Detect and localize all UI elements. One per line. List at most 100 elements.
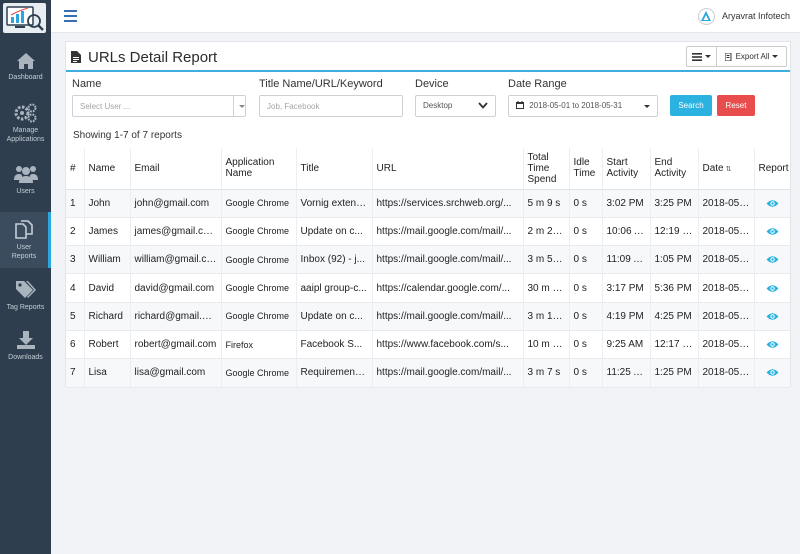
view-report-icon[interactable] — [766, 227, 779, 236]
sidebar-item-downloads[interactable]: Downloads — [0, 330, 51, 366]
device-select[interactable]: Desktop — [415, 95, 496, 117]
export-all-button[interactable]: Export All — [717, 46, 787, 67]
company-logo — [697, 7, 715, 25]
table-cell: 3 m 18 s — [523, 302, 570, 331]
chevron-down-icon — [478, 102, 488, 109]
table-cell: https://services.srchweb.org/... — [372, 189, 524, 218]
table-row: 1 John john@gmail.com Google Chrome Vornig e… — [66, 189, 790, 218]
keyword-input[interactable] — [267, 96, 402, 116]
company-menu[interactable]: Aryavrat Infotech — [697, 7, 790, 25]
keyword-field[interactable] — [259, 95, 403, 117]
table-cell: 3 — [66, 245, 85, 275]
table-cell: https://mail.google.com/mail/... — [372, 302, 524, 331]
calendar-icon — [516, 101, 524, 109]
table-cell: Facebook S... — [296, 330, 373, 360]
export-icon — [724, 52, 732, 61]
table-cell: https://mail.google.com/mail/... — [372, 217, 524, 247]
menu-toggle-icon[interactable] — [64, 10, 77, 22]
user-select-input[interactable] — [80, 96, 245, 116]
table-cell: william@gmail.com — [130, 245, 222, 275]
table-cell: lisa@gmail.com — [130, 358, 222, 388]
table-cell: https://www.facebook.com/s... — [372, 330, 524, 360]
table-cell: James — [84, 217, 131, 247]
table-cell: 2018-05-01 — [698, 189, 755, 218]
table-row: 6 Robert robert@gmail.com Firefox Facebook S… — [66, 330, 790, 360]
sidebar-item-tag-reports[interactable]: Tag Reports — [0, 280, 51, 316]
table-cell: Google Chrome — [221, 302, 297, 331]
table-cell: robert@gmail.com — [130, 330, 222, 360]
column-header: # — [66, 148, 85, 190]
table-cell: 2018-05-16 — [698, 330, 755, 360]
reset-button[interactable]: Reset — [717, 95, 755, 116]
table-cell: Firefox — [221, 330, 297, 360]
sidebar: Dashboard Manage Applications Users User… — [0, 0, 51, 554]
caret-down-icon — [772, 55, 779, 58]
sort-icon[interactable]: ⇅ — [726, 166, 732, 173]
table-cell: 12:19 PM — [650, 217, 699, 247]
sidebar-item-dashboard[interactable]: Dashboard — [0, 52, 51, 106]
table-cell: james@gmail.com — [130, 217, 222, 247]
topbar: Aryavrat Infotech — [51, 0, 800, 33]
table-cell: Vornig extens... — [296, 189, 373, 218]
table-cell: Google Chrome — [221, 273, 297, 303]
report-cell — [754, 245, 790, 275]
column-header: Report — [754, 148, 790, 190]
table-cell: 2 — [66, 217, 85, 247]
table-cell: Richard — [84, 302, 131, 331]
table-cell: 2018-05-18 — [698, 358, 755, 388]
table-cell: 3 m 53 s — [523, 245, 570, 275]
table-cell: Google Chrome — [221, 189, 297, 218]
table-cell: Google Chrome — [221, 358, 297, 388]
view-report-icon[interactable] — [766, 284, 779, 293]
view-report-icon[interactable] — [766, 199, 779, 208]
table-cell: 3:02 PM — [602, 189, 651, 218]
view-report-icon[interactable] — [766, 340, 779, 349]
table-cell: 2018-05-04 — [698, 217, 755, 247]
table-cell: 0 s — [569, 330, 603, 360]
date-range-picker[interactable]: 2018-05-01 to 2018-05-31 — [508, 95, 658, 117]
table-cell: richard@gmail.com — [130, 302, 222, 331]
table-cell: 5:36 PM — [650, 273, 699, 303]
view-report-icon[interactable] — [766, 312, 779, 321]
sidebar-item-users[interactable]: Users — [0, 164, 51, 204]
table-row: 3 William william@gmail.com Google Chrome In… — [66, 245, 790, 275]
table-cell: Inbox (92) - j... — [296, 245, 373, 275]
column-header: Application Name — [221, 148, 297, 190]
table-cell: John — [84, 189, 131, 218]
column-header: Name — [84, 148, 131, 190]
table-cell: 11:09 AM — [602, 245, 651, 275]
table-cell: 3:25 PM — [650, 189, 699, 218]
column-header: Idle Time — [569, 148, 603, 190]
table-cell: 0 s — [569, 189, 603, 218]
search-button[interactable]: Search — [670, 95, 712, 116]
column-header: End Activity — [650, 148, 699, 190]
caret-down-icon — [705, 55, 711, 58]
sidebar-item-label: Users — [16, 188, 35, 195]
user-select[interactable] — [72, 95, 246, 117]
report-cell — [754, 330, 790, 360]
table-cell: 2018-05-14 — [698, 302, 755, 331]
sidebar-item-manage-applications[interactable]: Manage Applications — [0, 103, 51, 149]
table-cell: 0 s — [569, 273, 603, 303]
table-cell: 10:06 AM — [602, 217, 651, 247]
table-cell: https://mail.google.com/mail/... — [372, 358, 524, 388]
date-column-header[interactable]: Date ⇅ — [698, 148, 755, 190]
sidebar-item-label: Dashboard — [8, 74, 43, 81]
user-select-toggle[interactable] — [233, 96, 245, 116]
view-report-icon[interactable] — [766, 368, 779, 377]
app-logo[interactable] — [3, 3, 46, 33]
table-cell: 2018-05-07 — [698, 245, 755, 275]
table-cell: 2018-05-10 — [698, 273, 755, 303]
report-table: # Name Email Application Name Title URL … — [66, 148, 790, 388]
home-icon — [16, 53, 35, 69]
date-range-value: 2018-05-01 to 2018-05-31 — [529, 101, 623, 110]
view-report-icon[interactable] — [766, 255, 779, 264]
sidebar-item-user-reports[interactable]: User Reports — [0, 212, 51, 268]
sidebar-item-label: Downloads — [8, 354, 43, 361]
table-cell: david@gmail.com — [130, 273, 222, 303]
table-cell: Google Chrome — [221, 245, 297, 275]
column-toggle-button[interactable] — [686, 46, 717, 67]
table-cell: 4 — [66, 273, 85, 303]
table-cell: David — [84, 273, 131, 303]
caret-down-icon — [644, 105, 650, 108]
